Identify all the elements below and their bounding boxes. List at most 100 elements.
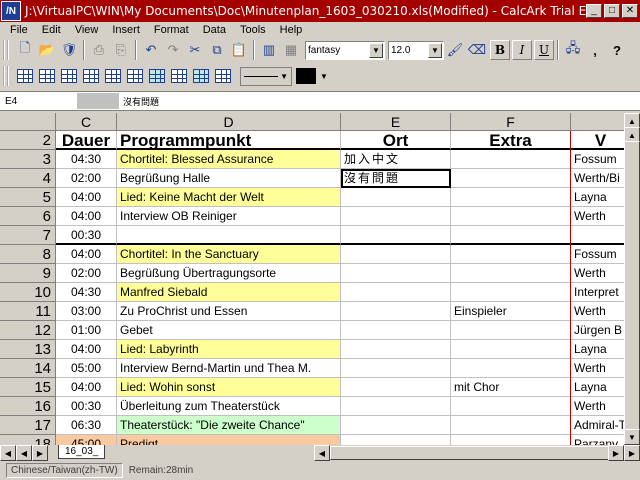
cell-ort[interactable] [341,340,451,359]
cell-dauer[interactable]: 04:00 [56,340,117,359]
undo-icon[interactable]: ↶ [140,39,162,61]
cell-ort[interactable] [341,397,451,416]
grid-style-9-icon[interactable] [190,65,212,87]
cell-ort[interactable] [341,435,451,445]
cell-dauer[interactable]: 04:30 [56,150,117,169]
cell-ort[interactable] [341,226,451,245]
row-header[interactable]: 14 [0,359,56,378]
cell-v[interactable]: Layna [571,340,624,359]
cell-extra[interactable] [451,169,571,188]
cell-ort[interactable] [341,207,451,226]
row-header[interactable]: 5 [0,188,56,207]
cell-v[interactable]: Werth [571,359,624,378]
cell-programmpunkt[interactable]: Predigt [117,435,341,445]
cell-programmpunkt[interactable]: Lied: Labyrinth [117,340,341,359]
formula-button[interactable] [77,93,119,109]
cell-ort[interactable]: Ort [341,131,451,150]
cell-extra[interactable] [451,435,571,445]
cell-dauer[interactable]: 00:30 [56,397,117,416]
cell-ort[interactable] [341,359,451,378]
cell-programmpunkt[interactable]: Begrüßung Übertragungsorte [117,264,341,283]
row-header[interactable]: 3 [0,150,56,169]
row-header[interactable]: 11 [0,302,56,321]
menu-edit[interactable]: Edit [42,24,61,36]
save-icon[interactable]: 🛡 [58,39,80,61]
menu-help[interactable]: Help [280,24,303,36]
grid-style-8-icon[interactable] [168,65,190,87]
chart-icon[interactable]: ▥ [258,39,280,61]
cell-v[interactable]: Parzany [571,435,624,445]
cell-extra[interactable] [451,264,571,283]
cell-dauer[interactable]: 04:00 [56,188,117,207]
tab-prev-icon[interactable]: ◀ [16,445,32,461]
tab-next-icon[interactable]: ▶ [32,445,48,461]
cell-v[interactable]: Admiral-T [571,416,624,435]
cell-extra[interactable] [451,207,571,226]
row-header[interactable]: 10 [0,283,56,302]
eraser-icon[interactable]: ⌫ [466,39,488,61]
image-icon[interactable]: ▦ [280,39,302,61]
row-header[interactable]: 13 [0,340,56,359]
cell-programmpunkt[interactable]: Lied: Keine Macht der Welt [117,188,341,207]
cell-dauer[interactable]: 00:30 [56,226,117,245]
cell-dauer[interactable]: 02:00 [56,264,117,283]
row-header[interactable]: 15 [0,378,56,397]
grid-style-5-icon[interactable] [102,65,124,87]
sheet-tab[interactable]: 16_03_ [58,445,106,459]
paste-icon[interactable]: 📋 [228,39,250,61]
title-bar[interactable]: /N J:\VirtualPC\WIN\My Documents\Doc\Min… [0,0,640,22]
cell-ort[interactable] [341,302,451,321]
row-header[interactable]: 6 [0,207,56,226]
color-select[interactable]: ▼ [296,67,330,86]
scroll-down-icon[interactable]: ▼ [624,429,640,445]
row-header[interactable]: 2 [0,131,56,150]
cell-programmpunkt[interactable]: Gebet [117,321,341,340]
cell-reference-box[interactable]: E4 [3,92,75,110]
row-header[interactable]: 4 [0,169,56,188]
row-header[interactable]: 17 [0,416,56,435]
cell-ort[interactable] [341,264,451,283]
menu-format[interactable]: Format [154,24,189,36]
cell-extra[interactable] [451,245,571,264]
cell-programmpunkt[interactable]: Zu ProChrist und Essen [117,302,341,321]
italic-button[interactable]: I [512,40,532,60]
bold-button[interactable]: B [490,40,510,60]
new-document-icon[interactable]: 🗋 [14,39,36,61]
vertical-scroll-thumb[interactable] [624,141,640,431]
cell-v[interactable]: Werth/Bi [571,169,624,188]
font-name-select[interactable]: fantasy ▼ [305,40,385,60]
vertical-scrollbar[interactable]: ▲ ▲ ▼ [624,113,640,445]
chevron-down-icon[interactable]: ▼ [369,42,383,58]
cell-ort[interactable]: 加入中文 [341,150,451,169]
column-header-c[interactable]: C [56,113,117,131]
cell-v[interactable]: Werth [571,264,624,283]
select-all-corner[interactable] [0,113,56,131]
cell-v[interactable]: Layna [571,188,624,207]
cell-programmpunkt[interactable]: Theaterstück: "Die zweite Chance" [117,416,341,435]
cut-icon[interactable]: ✂ [184,39,206,61]
cell-v[interactable]: Fossum [571,150,624,169]
cell-dauer[interactable]: 04:30 [56,283,117,302]
maximize-icon[interactable]: □ [604,4,620,18]
grid-style-4-icon[interactable] [80,65,102,87]
cell-dauer[interactable]: 04:00 [56,245,117,264]
cell-v[interactable]: Jürgen B [571,321,624,340]
scroll-right-icon[interactable]: ▶ [624,445,640,461]
cell-ort[interactable] [341,245,451,264]
grid-style-6-icon[interactable] [124,65,146,87]
scroll-left-icon[interactable]: ◀ [314,445,330,461]
cell-dauer[interactable]: 45:00 [56,435,117,445]
help-button[interactable]: ? [606,39,628,61]
cell-extra[interactable] [451,283,571,302]
cell-v[interactable]: V [571,131,624,150]
cell-extra[interactable] [451,359,571,378]
row-header[interactable]: 8 [0,245,56,264]
row-header[interactable]: 16 [0,397,56,416]
grid-style-3-icon[interactable] [58,65,80,87]
column-header-f[interactable]: F [451,113,571,131]
font-size-select[interactable]: 12.0 ▼ [388,40,444,60]
cell-programmpunkt[interactable] [117,226,341,245]
column-header-e[interactable]: E [341,113,451,131]
network-icon[interactable]: 🖧 [562,39,584,61]
cell-dauer[interactable]: 06:30 [56,416,117,435]
